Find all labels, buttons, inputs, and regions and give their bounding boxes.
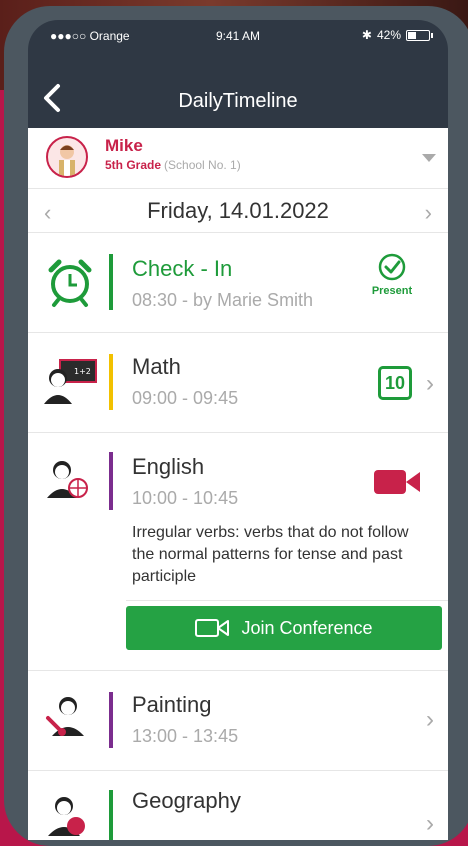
divider bbox=[126, 600, 448, 601]
status-label: Present bbox=[371, 285, 413, 297]
bluetooth-icon: ✱ bbox=[361, 28, 372, 42]
chevron-right-icon[interactable]: › bbox=[426, 706, 434, 734]
phone-screen: ●●●○○ Orange 9:41 AM ✱ 42% DailyTimeline bbox=[28, 20, 448, 840]
timeline-item-math[interactable]: 1+2 Math 09:00 - 09:45 10 › bbox=[28, 332, 448, 433]
battery-fill bbox=[408, 31, 417, 39]
color-bar bbox=[109, 452, 113, 510]
battery-percent: 42% bbox=[376, 28, 401, 42]
video-camera-icon[interactable] bbox=[374, 468, 422, 501]
student-grade: 5th Grade bbox=[105, 158, 162, 172]
subject-time: 13:00 - 13:45 bbox=[132, 726, 239, 746]
date-navigator: ‹ Friday, 14.01.2022 › bbox=[28, 188, 448, 233]
chevron-right-icon[interactable]: › bbox=[426, 370, 434, 398]
status-bar: ●●●○○ Orange 9:41 AM ✱ 42% bbox=[28, 20, 448, 50]
navigation-bar: DailyTimeline bbox=[28, 76, 448, 124]
timeline-item-english: English 10:00 - 10:45 Irregular verbs: v… bbox=[28, 432, 448, 671]
subject-name: Geography bbox=[132, 788, 241, 813]
chevron-down-icon[interactable] bbox=[422, 154, 436, 162]
subject-name: English bbox=[132, 454, 205, 479]
next-day-button[interactable]: › bbox=[425, 200, 432, 226]
chevron-right-icon[interactable]: › bbox=[426, 810, 434, 838]
subject-name: Check - In bbox=[132, 256, 233, 281]
current-date: Friday, 14.01.2022 bbox=[147, 198, 329, 223]
student-grade-line: 5th Grade (School No. 1) bbox=[105, 158, 241, 172]
student-school: (School No. 1) bbox=[164, 158, 241, 172]
student-selector[interactable]: Mike 5th Grade (School No. 1) bbox=[28, 128, 448, 189]
svg-text:1+2: 1+2 bbox=[74, 367, 91, 376]
status-right: ✱ 42% bbox=[361, 28, 433, 42]
battery-icon bbox=[406, 29, 433, 41]
student-name: Mike bbox=[105, 136, 143, 155]
join-conference-button[interactable]: Join Conference bbox=[126, 606, 442, 650]
timeline-item-checkin[interactable]: Check - In 08:30 - by Marie Smith Presen… bbox=[28, 232, 448, 333]
subject-name: Painting bbox=[132, 692, 212, 717]
color-bar bbox=[109, 790, 113, 840]
subject-time: 08:30 - by Marie Smith bbox=[132, 290, 314, 310]
student-blackboard-icon: 1+2 bbox=[42, 352, 98, 408]
alarm-clock-icon bbox=[42, 254, 98, 310]
boy-avatar-icon bbox=[59, 145, 75, 176]
attendance-status: Present bbox=[362, 252, 422, 297]
color-bar bbox=[109, 692, 113, 748]
subject-time: 10:00 - 10:45 bbox=[132, 488, 239, 508]
subject-name: Math bbox=[132, 354, 181, 379]
timeline-content: Mike 5th Grade (School No. 1) ‹ Friday, 1… bbox=[28, 128, 448, 840]
color-bar bbox=[109, 254, 113, 310]
subject-time: 09:00 - 09:45 bbox=[132, 388, 239, 408]
page-title: DailyTimeline bbox=[178, 90, 298, 112]
video-outline-icon bbox=[195, 619, 230, 637]
grade-badge: 10 bbox=[378, 366, 412, 400]
student-globe-icon bbox=[42, 792, 98, 840]
student-paint-icon bbox=[42, 692, 98, 748]
phone-frame: ●●●○○ Orange 9:41 AM ✱ 42% DailyTimeline bbox=[4, 6, 468, 846]
student-globe-icon bbox=[42, 454, 98, 510]
join-conference-label: Join Conference bbox=[241, 617, 373, 638]
check-circle-icon bbox=[378, 253, 406, 281]
color-bar bbox=[109, 354, 113, 410]
timeline-item-painting[interactable]: Painting 13:00 - 13:45 › bbox=[28, 670, 448, 771]
timeline-item-geography[interactable]: Geography › bbox=[28, 770, 448, 840]
lesson-description: Irregular verbs: verbs that do not follo… bbox=[132, 524, 409, 585]
student-avatar bbox=[46, 136, 88, 178]
